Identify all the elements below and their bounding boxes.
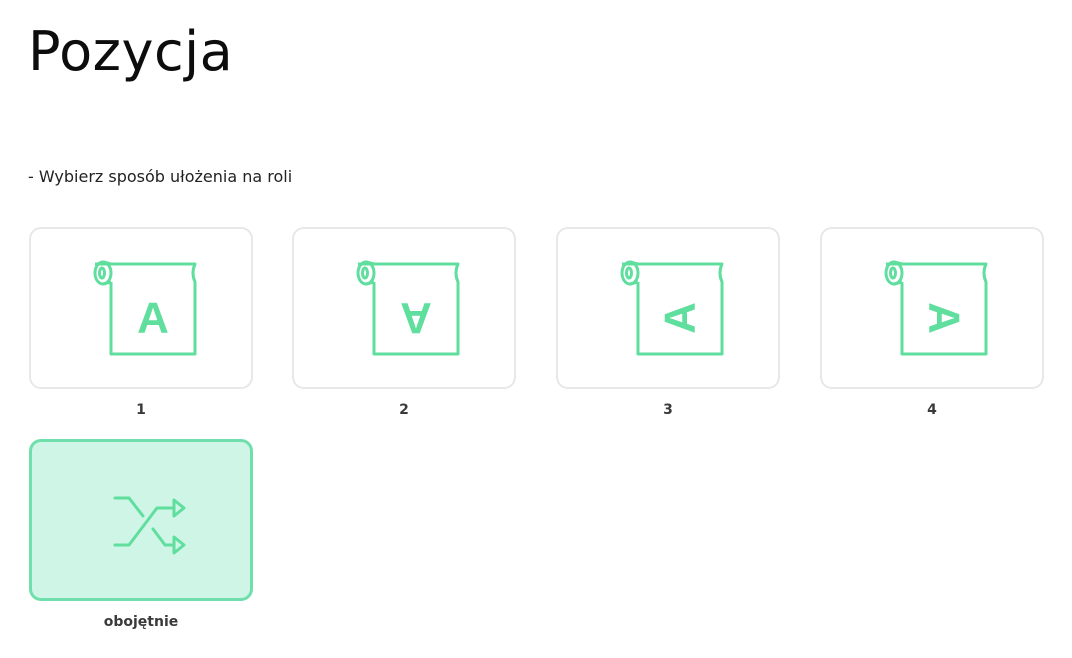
position-option-1[interactable]: A 1 (29, 227, 253, 419)
position-option-4[interactable]: A 4 (820, 227, 1044, 419)
position-option-label: 3 (663, 402, 673, 418)
position-option-label: 4 (927, 402, 937, 418)
position-option-tile[interactable] (29, 439, 253, 601)
svg-text:A: A (656, 302, 705, 334)
svg-text:A: A (400, 294, 432, 343)
svg-text:A: A (920, 302, 969, 334)
roll-position-1-icon: A (93, 260, 197, 356)
position-option-3[interactable]: A 3 (556, 227, 780, 419)
position-option-2[interactable]: A 2 (292, 227, 516, 419)
position-option-tile[interactable]: A (820, 227, 1044, 389)
position-option-tile[interactable]: A (556, 227, 780, 389)
position-option-label: 1 (136, 402, 146, 418)
position-option-tile[interactable]: A (29, 227, 253, 389)
page-title: Pozycja (28, 20, 234, 83)
shuffle-icon (113, 496, 186, 555)
position-option-tile[interactable]: A (292, 227, 516, 389)
svg-text:A: A (137, 294, 169, 343)
position-option-label: 2 (399, 402, 409, 418)
roll-position-4-icon: A (884, 260, 988, 356)
position-option-label: obojętnie (103, 614, 179, 630)
instruction-text: - Wybierz sposób ułożenia na roli (28, 167, 293, 186)
roll-position-2-icon: A (356, 260, 460, 356)
roll-position-3-icon: A (620, 260, 724, 356)
position-option-any[interactable]: obojętnie (29, 439, 253, 631)
